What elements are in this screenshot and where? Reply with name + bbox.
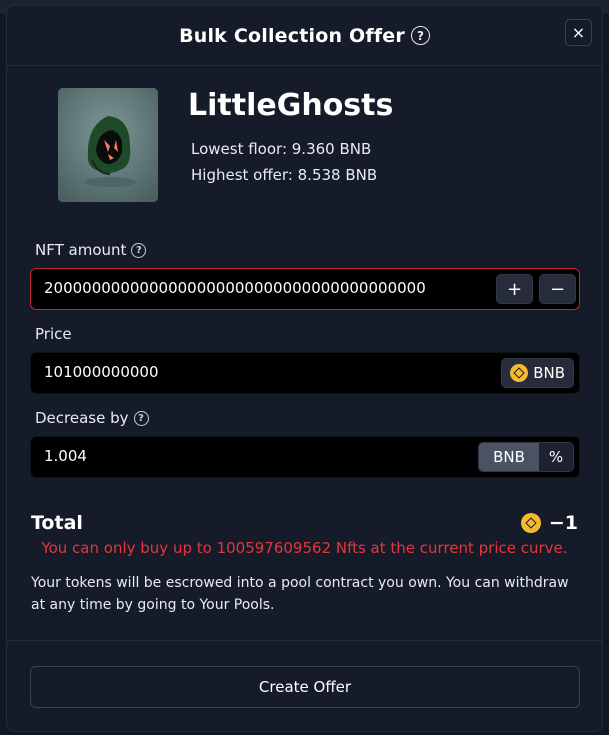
unit-option-bnb[interactable]: BNB [479, 443, 539, 471]
decrement-button[interactable]: − [539, 274, 576, 304]
bnb-icon [510, 364, 529, 382]
footer-divider [7, 640, 602, 641]
lowest-floor: Lowest floor: 9.360 BNB [191, 140, 372, 158]
help-icon[interactable]: ? [133, 410, 149, 426]
price-label-row: Price [35, 325, 72, 343]
error-message: You can only buy up to 100597609562 Nfts… [41, 539, 568, 557]
decrease-field[interactable]: 1.004 BNB % [30, 436, 580, 478]
nft-amount-label-row: NFT amount ? [35, 241, 147, 259]
collection-thumbnail [58, 88, 158, 202]
info-message: Your tokens will be escrowed into a pool… [31, 575, 569, 613]
minus-icon: − [549, 278, 566, 300]
price-label: Price [35, 325, 72, 343]
currency-selector[interactable]: BNB [501, 358, 574, 388]
decrease-input[interactable]: 1.004 [44, 447, 87, 465]
close-button[interactable]: × [565, 19, 592, 46]
plus-icon: + [506, 278, 523, 300]
help-icon[interactable]: ? [131, 242, 147, 258]
decrease-label-row: Decrease by ? [35, 409, 149, 427]
modal-title: Bulk Collection Offer [179, 24, 405, 47]
nft-amount-input[interactable]: 2000000000000000000000000000000000000000 [44, 279, 426, 297]
price-field[interactable]: 101000000000 BNB [30, 352, 580, 394]
create-offer-label: Create Offer [258, 678, 352, 696]
ghost-avatar-icon [58, 88, 158, 202]
modal-header: Bulk Collection Offer ? × [7, 6, 602, 66]
total-value: −1 [548, 512, 578, 534]
collection-summary: LittleGhosts Lowest floor: 9.360 BNB Hig… [58, 88, 558, 204]
bulk-offer-modal: Bulk Collection Offer ? × LittleGhosts L… [6, 5, 603, 732]
unit-option-percent[interactable]: % [539, 443, 573, 471]
decrease-label: Decrease by [35, 409, 129, 427]
decrease-unit-toggle: BNB % [478, 442, 574, 472]
total-label: Total [31, 512, 83, 534]
nft-amount-field[interactable]: 2000000000000000000000000000000000000000… [30, 268, 580, 310]
total-value-row: −1 [520, 512, 578, 534]
create-offer-button[interactable]: Create Offer [30, 666, 580, 708]
highest-offer: Highest offer: 8.538 BNB [191, 166, 378, 184]
bnb-icon [520, 513, 541, 533]
nft-amount-label: NFT amount [35, 241, 127, 259]
help-icon[interactable]: ? [410, 26, 430, 45]
price-input[interactable]: 101000000000 [44, 363, 159, 381]
increment-button[interactable]: + [496, 274, 533, 304]
currency-label: BNB [533, 364, 565, 382]
collection-name: LittleGhosts [188, 88, 394, 123]
close-icon: × [571, 23, 586, 42]
